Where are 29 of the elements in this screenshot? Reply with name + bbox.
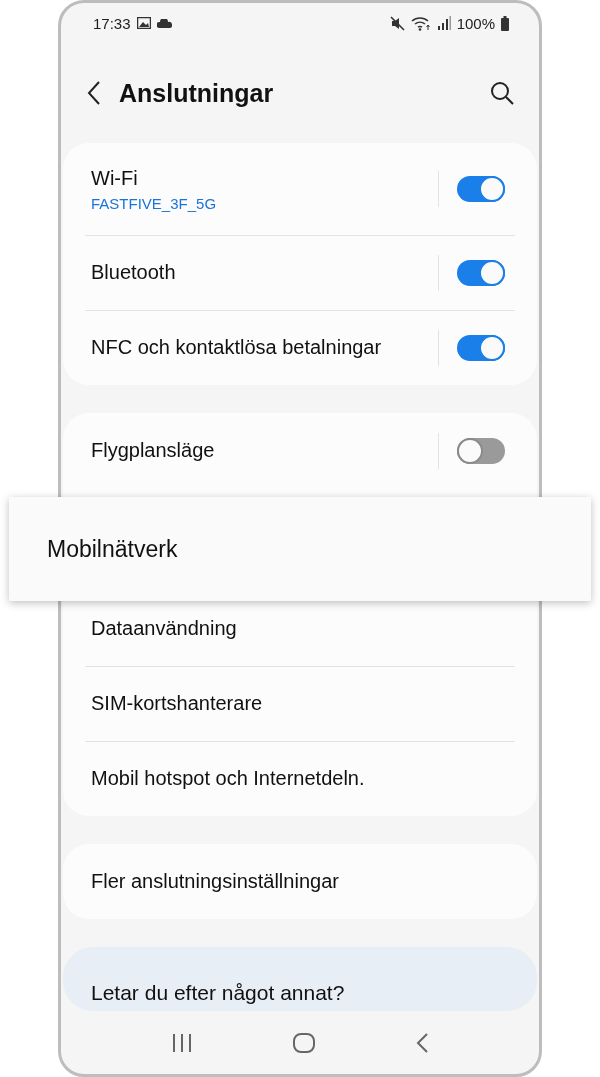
toggle-switch[interactable] <box>457 176 505 202</box>
home-button[interactable] <box>292 1031 316 1054</box>
recent-apps-button[interactable] <box>170 1032 193 1053</box>
clock: 17:33 <box>93 14 131 32</box>
setting-label[interactable]: Wi-Fi <box>91 166 438 190</box>
highlighted-setting[interactable]: Mobilnätverk <box>9 497 591 601</box>
setting-label[interactable]: Bluetooth <box>91 261 438 284</box>
search-button[interactable] <box>489 80 515 106</box>
toggle-switch[interactable] <box>457 437 505 464</box>
setting-label[interactable]: Mobil hotspot och Internetdeln. <box>91 767 505 790</box>
setting-label[interactable]: SIM-kortshanterare <box>91 692 505 715</box>
setting-label[interactable]: Dataanvändning <box>91 617 505 640</box>
battery-icon <box>501 15 509 31</box>
setting-label[interactable]: NFC och kontaktlösa betalningar <box>91 336 438 359</box>
page-title: Anslutningar <box>119 78 275 108</box>
back-nav-button[interactable] <box>415 1031 430 1054</box>
signal-icon <box>436 16 451 30</box>
battery-percent: 100% <box>456 14 495 32</box>
image-icon <box>136 17 151 29</box>
wifi-icon <box>410 15 431 31</box>
suggestion-card[interactable]: Letar du efter något annat? <box>63 947 537 1011</box>
cloud-icon <box>156 18 172 28</box>
setting-label[interactable]: Fler anslutningsinställningar <box>91 870 505 893</box>
back-button[interactable] <box>87 80 101 106</box>
network-name: FASTFIVE_3F_5G <box>91 194 218 212</box>
mute-icon <box>389 15 405 31</box>
setting-label[interactable]: Flygplansläge <box>91 439 438 462</box>
toggle-switch[interactable] <box>457 334 505 361</box>
toggle-switch[interactable] <box>457 259 505 286</box>
